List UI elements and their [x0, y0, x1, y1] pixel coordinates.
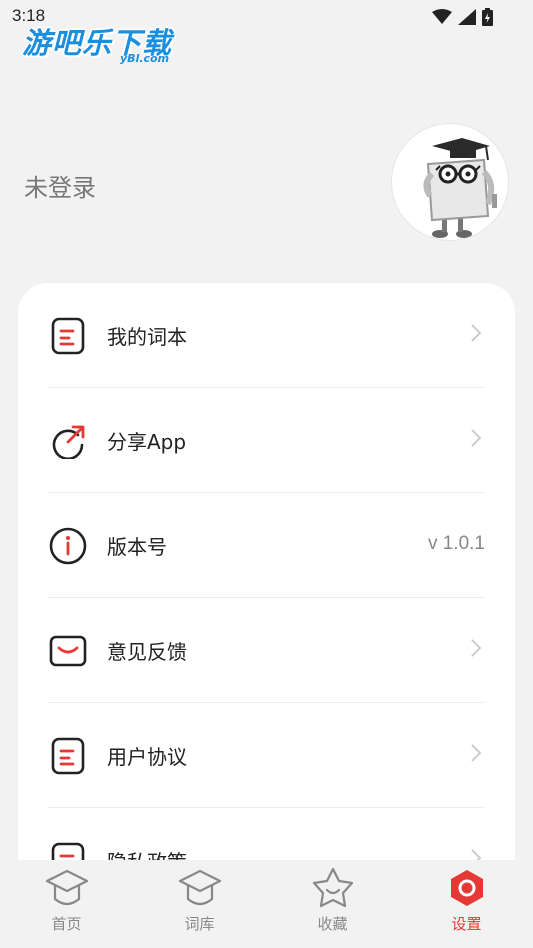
star-face-icon	[310, 866, 356, 910]
document-icon	[48, 736, 88, 776]
menu-item-my-wordbook[interactable]: 我的词本	[48, 283, 485, 388]
info-icon	[48, 526, 88, 566]
graduation-cap-icon	[177, 866, 223, 910]
menu-item-feedback[interactable]: 意见反馈	[48, 598, 485, 703]
menu-item-privacy-policy[interactable]: 隐私政策	[48, 808, 485, 863]
menu-item-label: 分享App	[107, 430, 187, 454]
share-icon	[48, 421, 88, 461]
login-status-label[interactable]: 未登录	[24, 168, 96, 203]
status-icons	[432, 8, 493, 26]
menu-item-version: 版本号 v 1.0.1	[48, 493, 485, 598]
tab-label: 设置	[451, 915, 482, 933]
chevron-right-icon	[471, 429, 481, 447]
tab-label: 首页	[51, 915, 82, 933]
watermark-logo: 游吧乐下载 yBl.com	[22, 20, 172, 65]
menu-item-label: 用户协议	[107, 745, 187, 769]
tab-label: 收藏	[317, 915, 348, 933]
menu-item-user-agreement[interactable]: 用户协议	[48, 703, 485, 808]
tab-favorites[interactable]: 收藏	[266, 860, 399, 948]
menu-item-share-app[interactable]: 分享App	[48, 388, 485, 493]
tab-label: 词库	[184, 915, 215, 933]
menu-item-label: 我的词本	[107, 325, 187, 349]
version-value: v 1.0.1	[427, 533, 485, 554]
tab-settings[interactable]: 设置	[400, 860, 533, 948]
chevron-right-icon	[471, 744, 481, 762]
profile-header: 未登录	[0, 110, 533, 250]
tab-home[interactable]: 首页	[0, 860, 133, 948]
settings-menu-card: 我的词本 分享App 版本号 v 1.0.1 意见反馈 用户协议 隐私政策	[18, 283, 515, 863]
menu-item-label: 意见反馈	[107, 640, 187, 664]
menu-item-label: 版本号	[107, 535, 167, 559]
avatar[interactable]	[391, 123, 509, 241]
battery-icon	[482, 8, 493, 26]
signal-icon	[458, 9, 476, 25]
tab-wordbank[interactable]: 词库	[133, 860, 266, 948]
watermark-subtext: yBl.com	[120, 52, 170, 65]
chevron-right-icon	[471, 324, 481, 342]
mail-icon	[48, 631, 88, 671]
mascot-avatar-icon	[423, 138, 497, 238]
bottom-tab-bar: 首页 词库 收藏 设置	[0, 860, 533, 948]
graduation-cap-icon	[44, 866, 90, 910]
wifi-icon	[432, 9, 452, 24]
settings-icon	[444, 866, 490, 910]
document-icon	[48, 316, 88, 356]
chevron-right-icon	[471, 639, 481, 657]
